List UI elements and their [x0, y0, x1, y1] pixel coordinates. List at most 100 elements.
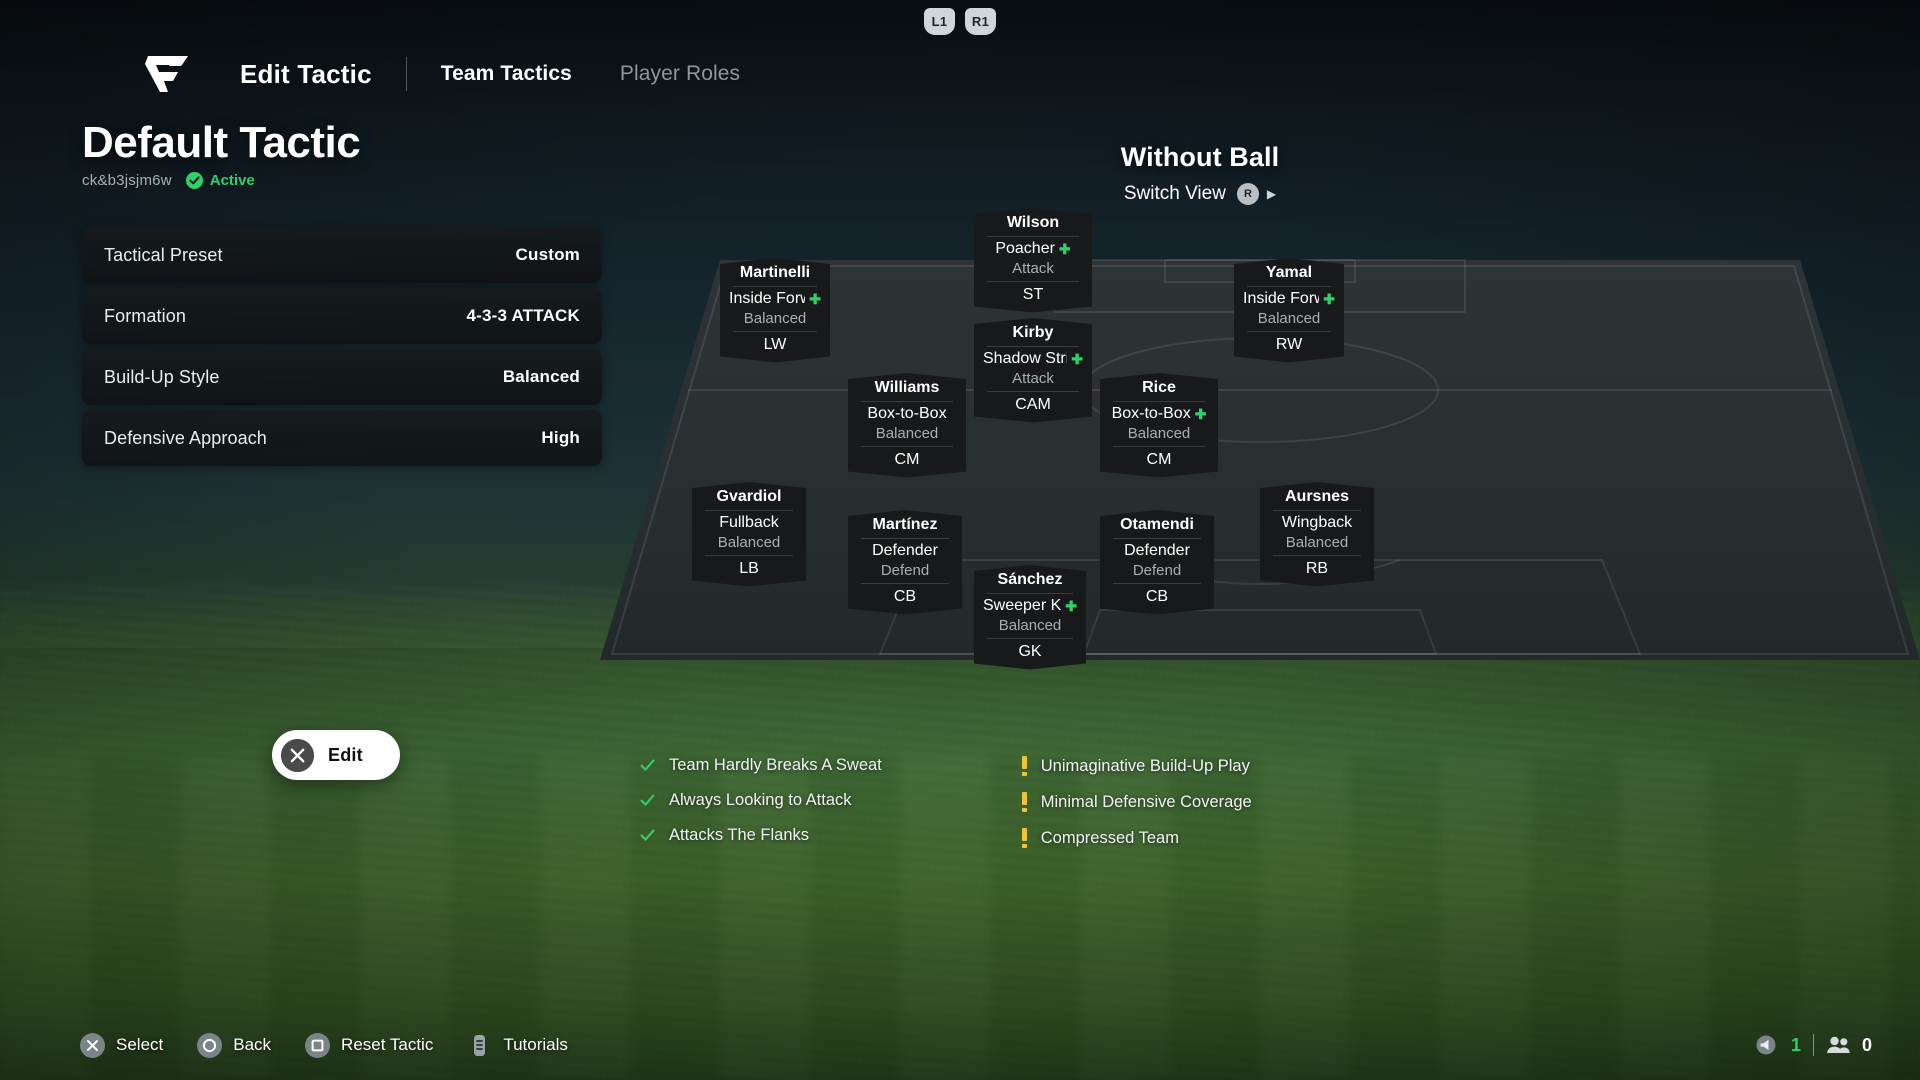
- cross-button-icon: [80, 1032, 105, 1058]
- player-card[interactable]: Rice Box-to-Box ✚ Balanced CM: [1100, 373, 1218, 477]
- player-card[interactable]: Yamal Inside Forward✚ Balanced RW: [1234, 258, 1344, 362]
- player-name: Martínez: [872, 516, 938, 533]
- prompt-label: Tutorials: [503, 1035, 568, 1054]
- players-value: 0: [1861, 1034, 1872, 1055]
- tab-player-roles[interactable]: Player Roles: [620, 62, 740, 86]
- pitch-view-title: Without Ball: [1120, 142, 1280, 172]
- player-card[interactable]: Wilson Poacher ✚ Attack ST: [974, 208, 1092, 312]
- prompt-select[interactable]: Select: [80, 1032, 163, 1058]
- player-role: Defender: [1124, 541, 1190, 559]
- card-divider: [1247, 286, 1331, 287]
- card-divider: [705, 555, 793, 556]
- players-icon: [1826, 1035, 1850, 1055]
- card-divider: [1113, 583, 1201, 584]
- player-position: CB: [893, 587, 917, 605]
- player-name: Martinelli: [739, 264, 811, 281]
- tactic-traits: Team Hardly Breaks A Sweat Always Lookin…: [640, 756, 1400, 848]
- player-card[interactable]: Aursnes Wingback Balanced RB: [1260, 482, 1374, 586]
- option-value: Custom: [515, 245, 580, 265]
- trait-label: Team Hardly Breaks A Sweat: [669, 756, 882, 774]
- role-plus-icon: ✚: [1071, 350, 1083, 367]
- option-row-tactical-preset[interactable]: Tactical Preset Custom: [82, 227, 602, 284]
- card-divider: [733, 331, 817, 332]
- player-role: Box-to-Box ✚: [1111, 404, 1207, 422]
- tactic-settings-panel: Default Tactic ck&b3jsjm6w Active Tactic…: [82, 119, 602, 467]
- trait-label: Compressed Team: [1040, 828, 1179, 847]
- switch-view-control[interactable]: Switch View R ▶: [920, 183, 1480, 205]
- player-role: Poacher ✚: [995, 239, 1071, 257]
- player-focus: Balanced: [1127, 425, 1191, 443]
- card-divider: [987, 638, 1073, 639]
- switch-view-label: Switch View: [1123, 183, 1226, 204]
- card-divider: [987, 593, 1073, 594]
- player-card[interactable]: Martínez Defender Defend CB: [848, 510, 962, 614]
- player-position: CAM: [1015, 395, 1051, 413]
- square-button-icon: [305, 1032, 331, 1058]
- card-divider: [987, 281, 1079, 282]
- player-name: Otamendi: [1120, 516, 1194, 533]
- option-row-defensive-approach[interactable]: Defensive Approach High: [82, 410, 602, 467]
- player-focus: Balanced: [743, 310, 807, 328]
- player-role: Box-to-Box: [867, 404, 947, 422]
- player-card[interactable]: Sánchez Sweeper Keeper✚ Balanced GK: [974, 565, 1086, 669]
- player-role: Fullback: [719, 513, 779, 531]
- positive-traits-column: Team Hardly Breaks A Sweat Always Lookin…: [640, 756, 882, 848]
- option-label: Formation: [104, 305, 186, 326]
- player-focus: Defend: [880, 562, 930, 580]
- r1-bumper-icon[interactable]: R1: [965, 8, 996, 35]
- player-name: Aursnes: [1284, 488, 1350, 505]
- player-card[interactable]: Kirby Shadow Striker✚ Attack CAM: [974, 318, 1092, 422]
- tactic-meta: ck&b3jsjm6w Active: [82, 172, 602, 190]
- check-circle-icon: [185, 172, 203, 190]
- trait-item: Unimaginative Build-Up Play: [1021, 756, 1252, 776]
- tab-team-tactics[interactable]: Team Tactics: [441, 62, 572, 86]
- player-role: Inside Forward✚: [1243, 289, 1335, 307]
- l1-bumper-icon[interactable]: L1: [924, 8, 955, 35]
- tactic-code: ck&b3jsjm6w: [82, 172, 172, 190]
- prompt-tutorials[interactable]: Tutorials: [467, 1033, 568, 1058]
- player-position: LW: [763, 335, 787, 353]
- player-position: RW: [1275, 335, 1303, 353]
- role-plus-icon: ✚: [1323, 290, 1335, 307]
- option-label: Defensive Approach: [104, 427, 267, 448]
- card-divider: [987, 236, 1079, 237]
- option-value: Balanced: [502, 367, 580, 387]
- role-plus-icon: ✚: [809, 290, 821, 307]
- player-focus: Balanced: [1285, 534, 1349, 552]
- shoulder-button-hints: L1 R1: [924, 8, 996, 35]
- prompt-label: Back: [233, 1035, 272, 1054]
- trait-item: Attacks The Flanks: [640, 826, 882, 845]
- player-card[interactable]: Otamendi Defender Defend CB: [1100, 510, 1214, 614]
- player-focus: Balanced: [1257, 310, 1321, 328]
- warning-icon: [1021, 792, 1027, 812]
- speaker-icon: [1755, 1035, 1779, 1055]
- player-card[interactable]: Williams Box-to-Box Balanced CM: [848, 373, 966, 477]
- trait-label: Minimal Defensive Coverage: [1040, 792, 1252, 811]
- button-prompts: Select Back Reset Tactic Tutorials: [80, 1032, 568, 1058]
- player-focus: Balanced: [998, 617, 1062, 635]
- player-focus: Attack: [1012, 260, 1054, 278]
- option-value: 4-3-3 ATTACK: [466, 306, 580, 326]
- bottom-action-bar: Select Back Reset Tactic Tutorials 1 0: [0, 1010, 1920, 1080]
- top-navigation: Edit Tactic Team Tactics Player Roles: [0, 48, 1920, 100]
- speaker-value: 1: [1790, 1034, 1801, 1055]
- status-badge: Active: [185, 172, 255, 190]
- status-divider: [1812, 1034, 1814, 1056]
- option-row-build-up-style[interactable]: Build-Up Style Balanced: [82, 349, 602, 406]
- player-position: RB: [1305, 559, 1329, 577]
- player-role: Sweeper Keeper✚: [983, 596, 1077, 614]
- player-card[interactable]: Gvardiol Fullback Balanced LB: [692, 482, 806, 586]
- right-stick-icon: R: [1236, 183, 1259, 205]
- card-divider: [733, 286, 817, 287]
- prompt-reset-tactic[interactable]: Reset Tactic: [305, 1032, 433, 1058]
- check-icon: [640, 828, 655, 843]
- trait-label: Always Looking to Attack: [669, 791, 852, 809]
- prompt-back[interactable]: Back: [197, 1032, 272, 1058]
- card-divider: [861, 446, 953, 447]
- option-row-formation[interactable]: Formation 4-3-3 ATTACK: [82, 288, 602, 345]
- edit-button[interactable]: Edit: [272, 730, 400, 780]
- card-divider: [1247, 331, 1331, 332]
- player-role: Inside Forward✚: [729, 289, 821, 307]
- player-position: CM: [1146, 450, 1172, 468]
- player-card[interactable]: Martinelli Inside Forward✚ Balanced LW: [720, 258, 830, 362]
